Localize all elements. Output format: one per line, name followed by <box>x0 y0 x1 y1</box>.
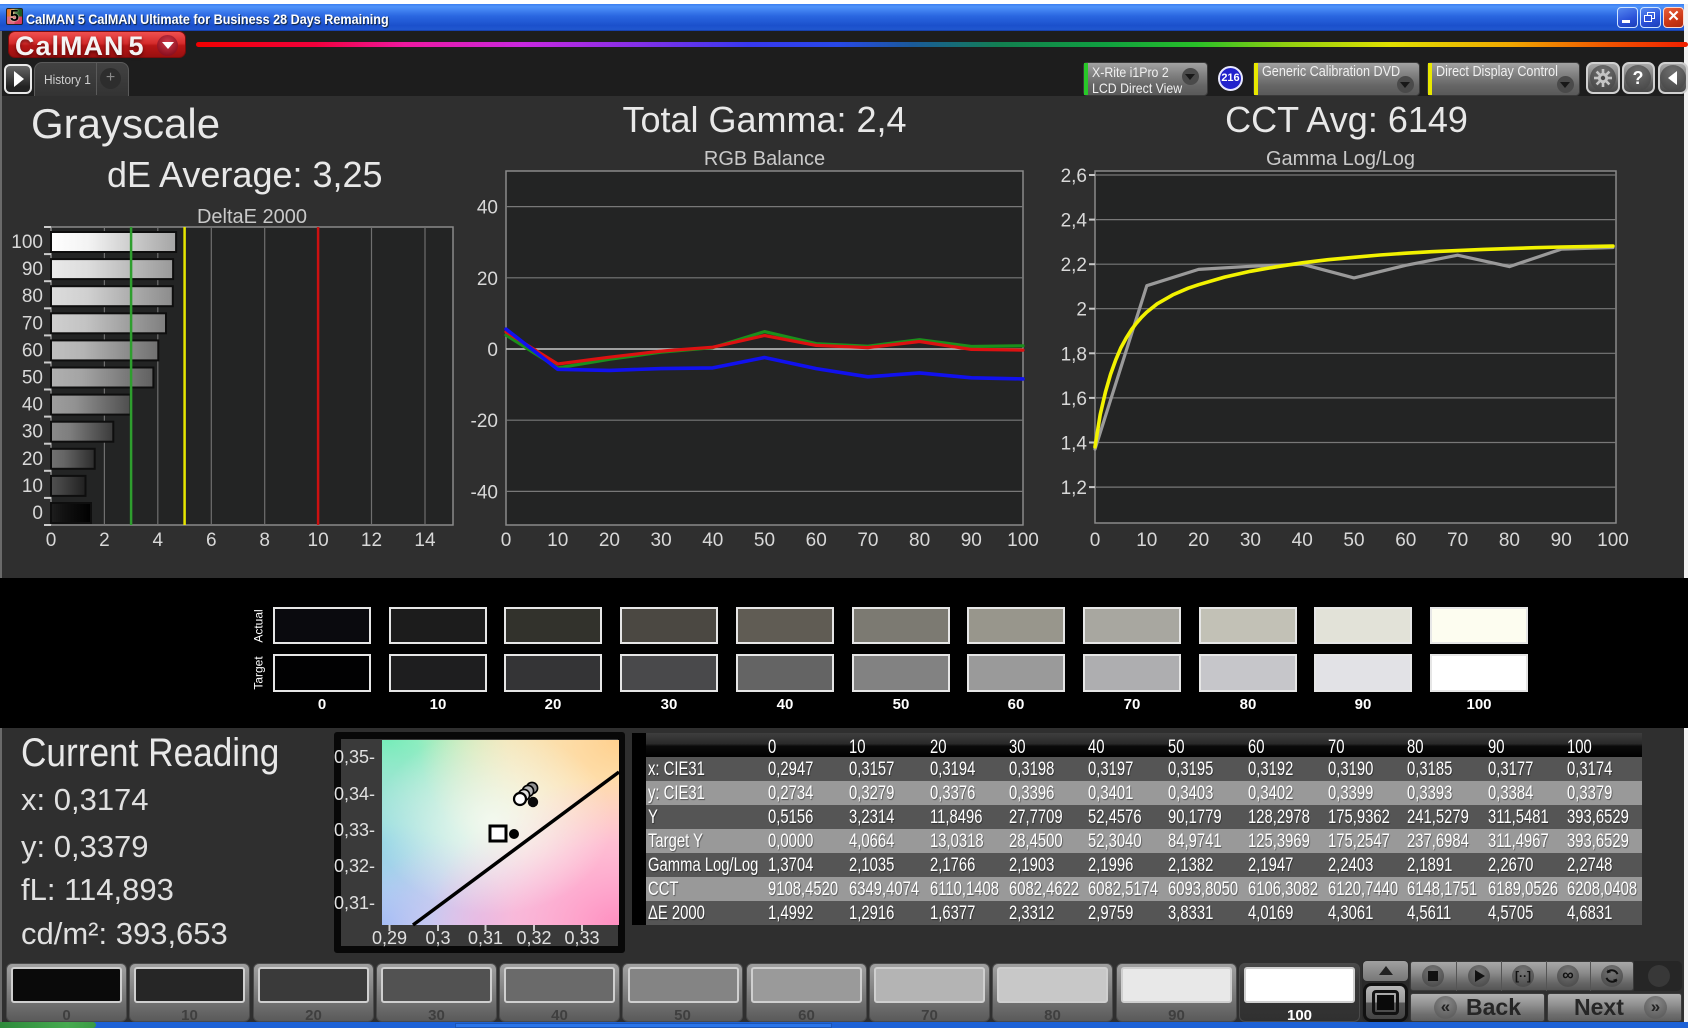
svg-text:0,34-: 0,34- <box>334 784 375 804</box>
svg-text:0,32: 0,32 <box>516 928 551 948</box>
svg-text:0,29: 0,29 <box>372 928 407 948</box>
svg-text:0,31-: 0,31- <box>334 893 375 913</box>
svg-text:0,35-: 0,35- <box>334 747 375 767</box>
svg-text:0,31: 0,31 <box>468 928 503 948</box>
svg-text:0,33-: 0,33- <box>334 820 375 840</box>
svg-text:0,33: 0,33 <box>564 928 599 948</box>
svg-text:0,3: 0,3 <box>425 928 450 948</box>
svg-text:0,32-: 0,32- <box>334 856 375 876</box>
